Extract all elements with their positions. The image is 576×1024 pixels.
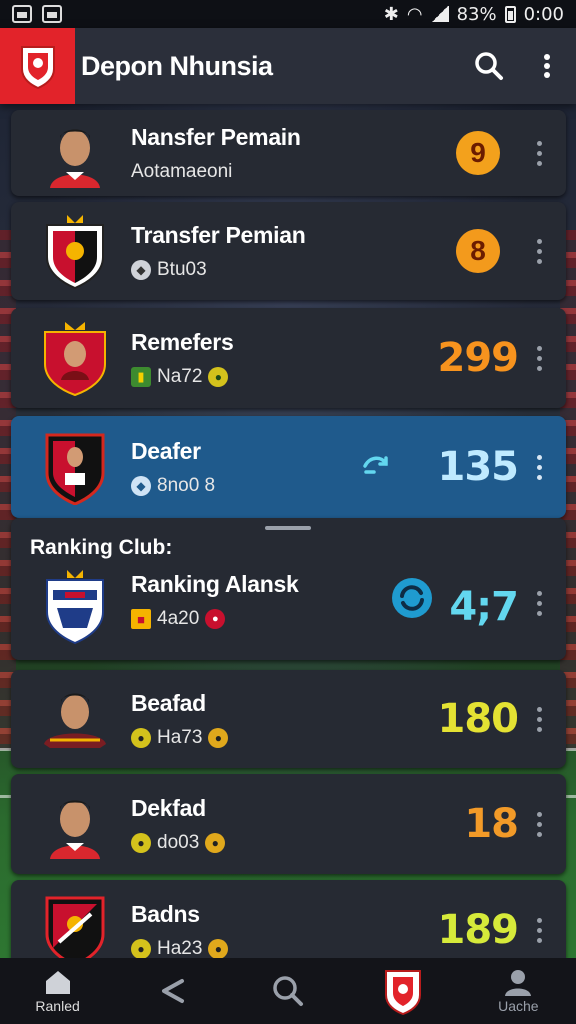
flag-icon: ▮ (131, 366, 151, 387)
club-crest (33, 209, 117, 293)
medal-icon: ● (208, 727, 229, 748)
status-bar: ✱ ◠ 83% 0:00 (0, 0, 576, 28)
flag-icon: ● (205, 609, 226, 629)
notification-icon (12, 5, 32, 23)
bluetooth-icon: ✱ (383, 3, 399, 25)
item-more-icon[interactable] (532, 454, 546, 480)
item-more-icon[interactable] (532, 345, 546, 371)
search-button[interactable] (460, 37, 518, 95)
list-item[interactable]: Beafad ● Ha73 ● 180 (11, 670, 566, 768)
search-icon (475, 52, 503, 80)
list-item[interactable]: Nansfer Pemain Aotamaeoni 9 (11, 110, 566, 196)
score-badge: 8 (456, 229, 500, 273)
item-title: Deafer (131, 437, 201, 464)
nav-profile[interactable]: Uache (468, 968, 568, 1014)
nav-club[interactable] (353, 967, 453, 1015)
item-title: Nansfer Pemain (131, 123, 301, 150)
score-value: 135 (437, 444, 519, 490)
clock: 0:00 (523, 3, 564, 25)
signal-icon (430, 6, 449, 22)
club-crest (33, 425, 117, 509)
medal-icon: ● (208, 366, 229, 387)
item-subtitle: do03 (157, 831, 200, 853)
app-title: Depon Nhunsia (81, 50, 273, 81)
shield-icon: ◆ (131, 475, 151, 496)
score-value: 4;7 (449, 584, 519, 630)
medal-icon: ● (131, 727, 151, 748)
item-subtitle: Ha23 (157, 937, 203, 959)
list-item[interactable]: Remefers ▮ Na72 ● 299 (11, 308, 566, 408)
score-value: 18 (464, 801, 519, 847)
item-subtitle: Aotamaeoni (131, 160, 233, 182)
item-title: Badns (131, 900, 200, 927)
battery-percent: 83% (456, 3, 497, 25)
search-icon (273, 976, 303, 1006)
transfer-icon[interactable] (391, 577, 433, 624)
item-more-icon[interactable] (532, 238, 546, 264)
item-subtitle: Ha73 (157, 726, 203, 748)
wifi-icon: ◠ (406, 3, 423, 25)
item-more-icon[interactable] (532, 811, 546, 837)
medal-icon: ● (205, 832, 226, 853)
bottom-nav: Ranled Uache (0, 958, 576, 1024)
item-more-icon[interactable] (532, 917, 546, 943)
item-subtitle: Btu03 (157, 258, 207, 280)
nav-share[interactable] (123, 977, 223, 1005)
club-crest (33, 564, 117, 648)
gallery-icon (42, 5, 62, 23)
item-title: Beafad (131, 689, 206, 716)
club-crest-icon (20, 46, 55, 89)
item-subtitle: Na72 (157, 365, 203, 387)
share-icon (161, 979, 184, 1003)
item-more-icon[interactable] (532, 706, 546, 732)
nav-label: Uache (498, 998, 539, 1014)
nav-label: Ranled (35, 998, 80, 1014)
item-subtitle: 4a20 (157, 608, 200, 629)
medal-icon: ● (131, 832, 151, 853)
list-item-selected[interactable]: Deafer ◆ 8no0 8 135 (11, 416, 566, 518)
nav-search[interactable] (238, 975, 338, 1007)
club-mini-icon: ■ (131, 609, 151, 629)
app-bar: Depon Nhunsia (0, 28, 576, 104)
item-title: Dekfad (131, 794, 206, 821)
score-badge: 9 (456, 131, 500, 175)
club-logo[interactable] (0, 28, 75, 104)
score-value: 189 (437, 907, 519, 953)
player-avatar (33, 677, 117, 761)
club-crest (33, 316, 117, 400)
player-avatar (33, 782, 117, 866)
item-more-icon[interactable] (532, 591, 546, 616)
trend-icon (362, 454, 390, 481)
list-item[interactable]: Dekfad ● do03 ● 18 (11, 774, 566, 874)
item-subtitle: 8no0 8 (157, 474, 216, 496)
list-item[interactable]: Transfer Pemian ◆ Btu03 8 (11, 202, 566, 300)
item-title: Transfer Pemian (131, 221, 306, 248)
item-title: Ranking Alansk (131, 571, 299, 597)
sheet-drag-handle[interactable] (265, 526, 311, 530)
profile-icon (505, 970, 532, 996)
shield-icon: ◆ (131, 259, 151, 280)
section-label: Ranking Club: (30, 536, 173, 559)
score-value: 299 (437, 335, 519, 381)
home-icon (45, 971, 70, 994)
nav-home[interactable]: Ranled (8, 968, 108, 1014)
score-value: 180 (437, 696, 519, 742)
club-crest-icon (385, 970, 422, 1015)
more-vert-icon (544, 54, 550, 78)
medal-icon: ● (131, 938, 151, 959)
player-avatar (33, 111, 117, 195)
medal-icon: ● (208, 938, 229, 959)
item-title: Remefers (131, 328, 234, 355)
overflow-menu-button[interactable] (518, 37, 576, 95)
battery-icon (504, 5, 516, 23)
item-more-icon[interactable] (532, 140, 546, 166)
